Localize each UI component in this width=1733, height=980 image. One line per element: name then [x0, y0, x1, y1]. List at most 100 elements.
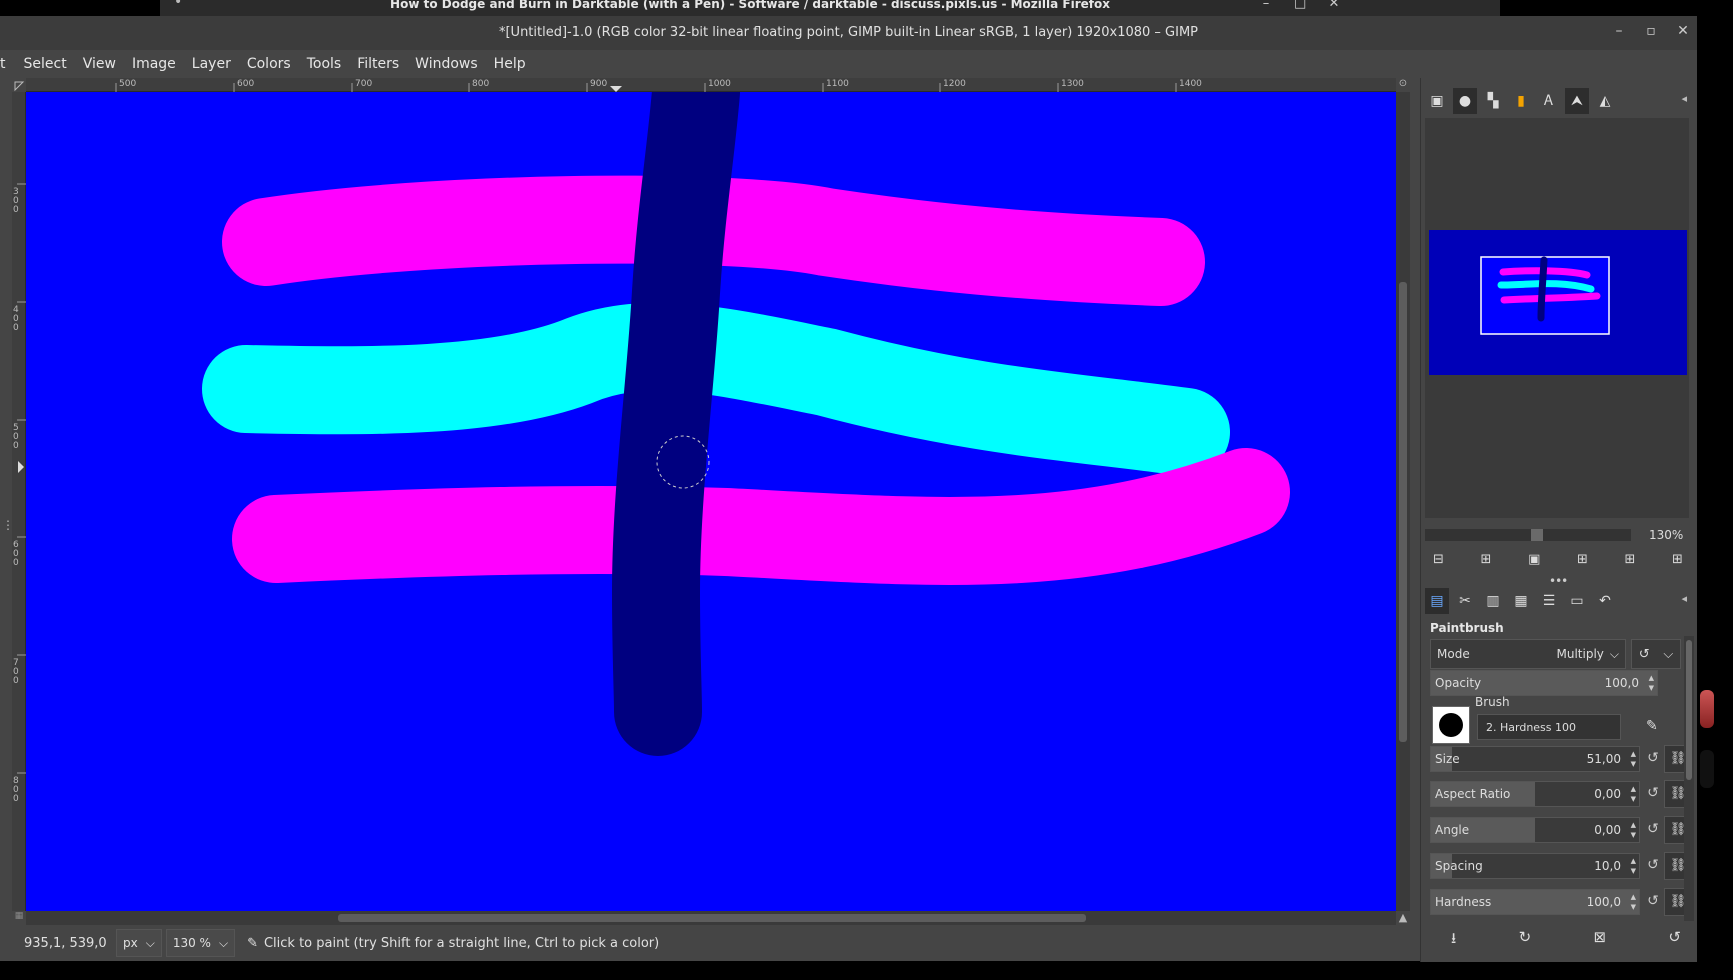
ruler-label-1100: 1100 — [826, 79, 849, 89]
firefox-maximize-button[interactable]: □ — [1294, 0, 1306, 11]
tab-histogram-icon[interactable]: ◭ — [1593, 88, 1617, 114]
navigate-icon[interactable]: ▲ — [1396, 911, 1410, 925]
navigator-zoom-slider[interactable] — [1425, 529, 1631, 541]
tool-options-buttons: ⭳ ↻ ⊠ ↺ — [1451, 928, 1681, 953]
pointer-coordinates: 935,1, 539,0 — [24, 935, 107, 951]
menu-help[interactable]: Help — [486, 56, 534, 72]
gimp-titlebar: *[Untitled]-1.0 (RGB color 32-bit linear… — [0, 16, 1697, 50]
vruler-label-800: 800 — [13, 776, 19, 804]
tab-undo-history-icon[interactable]: ↶ — [1593, 588, 1617, 614]
tab-gradients-icon[interactable]: ▮ — [1509, 88, 1533, 114]
menu-layer[interactable]: Layer — [184, 56, 239, 72]
configure-tab-icon[interactable]: ◂ — [1681, 592, 1687, 605]
reset-size-icon[interactable]: ↺ — [1644, 750, 1662, 766]
reset-angle-icon[interactable]: ↺ — [1644, 821, 1662, 837]
ruler-label-900: 900 — [590, 79, 608, 89]
navigator-zoom-knob[interactable] — [1531, 529, 1543, 541]
save-options-icon[interactable]: ⭳ — [1451, 928, 1456, 953]
unit-select[interactable]: px ⌵ — [116, 929, 162, 957]
maximize-button[interactable]: ▫ — [1643, 23, 1659, 39]
panel-separator-grip-icon[interactable]: ••• — [1549, 574, 1568, 588]
status-message: Click to paint (try Shift for a straight… — [263, 935, 660, 951]
menu-windows[interactable]: Windows — [407, 56, 486, 72]
tab-channels-icon[interactable]: ▥ — [1481, 588, 1505, 614]
vertical-scrollbar[interactable] — [1396, 92, 1410, 911]
navigator-preview[interactable] — [1429, 230, 1687, 375]
chevron-down-icon: ⌵ — [218, 935, 229, 950]
quick-mask-icon[interactable]: ▦ — [12, 911, 26, 925]
zoom-image-icon[interactable]: ⊙ — [1396, 78, 1410, 92]
brush-preview[interactable] — [1432, 706, 1470, 744]
minimize-button[interactable]: – — [1611, 23, 1627, 39]
menu-image[interactable]: Image — [124, 56, 184, 72]
desktop-widget — [1700, 750, 1714, 788]
reset-spacing-icon[interactable]: ↺ — [1644, 857, 1662, 873]
fill-window-icon[interactable]: ⊞ — [1625, 552, 1636, 567]
tool-options-scroll-thumb[interactable] — [1686, 640, 1692, 780]
brush-label: Brush — [1475, 695, 1510, 709]
tab-device-status-icon[interactable]: ✂ — [1453, 588, 1477, 614]
image-canvas[interactable] — [26, 92, 1396, 911]
menu-select[interactable]: Select — [16, 56, 75, 72]
configure-tab-icon[interactable]: ◂ — [1681, 92, 1687, 105]
tab-navigation-icon[interactable]: ⮝ — [1565, 88, 1589, 114]
tool-options-scrollbar[interactable] — [1684, 636, 1694, 921]
zoom-out-icon[interactable]: ⊟ — [1433, 552, 1444, 567]
firefox-minimize-button[interactable]: – — [1260, 0, 1272, 11]
reset-hardness-icon[interactable]: ↺ — [1644, 893, 1662, 909]
quick-mask-corner[interactable] — [12, 78, 26, 92]
ruler-label-500: 500 — [119, 79, 137, 89]
firefox-close-button[interactable]: ✕ — [1328, 0, 1340, 11]
vruler-label-300: 300 — [13, 187, 19, 215]
menu-file-truncated[interactable]: t — [0, 56, 16, 72]
close-button[interactable]: ✕ — [1675, 23, 1691, 39]
tab-images-icon[interactable]: ▣ — [1425, 88, 1449, 114]
reset-aspect-icon[interactable]: ↺ — [1644, 785, 1662, 801]
mode-value: Multiply — [1556, 647, 1604, 661]
vertical-scroll-thumb[interactable] — [1399, 282, 1407, 742]
tab-brushes-icon[interactable]: ● — [1453, 88, 1477, 114]
hardness-slider[interactable]: Hardness 100,0 ▲ ▼ — [1430, 889, 1640, 915]
aspect-ratio-slider[interactable]: Aspect Ratio 0,00 ▲ ▼ — [1430, 781, 1640, 807]
zoom-in-icon[interactable]: ⊞ — [1481, 552, 1492, 567]
shrink-wrap-icon[interactable]: ⊞ — [1672, 552, 1683, 567]
menu-colors[interactable]: Colors — [239, 56, 299, 72]
delete-options-icon[interactable]: ⊠ — [1594, 928, 1607, 953]
blend-space-select[interactable]: ↺ ⌵ — [1631, 639, 1681, 669]
angle-value: 0,00 — [1594, 823, 1621, 837]
edit-brush-icon[interactable]: ✎ — [1646, 718, 1658, 734]
mode-select[interactable]: Mode Multiply ⌵ — [1430, 639, 1626, 669]
desktop-widget — [1700, 690, 1714, 728]
left-dock-strip: ⋮ — [0, 78, 14, 924]
ruler-label-1300: 1300 — [1061, 79, 1084, 89]
navigator-panel[interactable] — [1425, 118, 1689, 518]
spacing-slider[interactable]: Spacing 10,0 ▲ ▼ — [1430, 853, 1640, 879]
opacity-slider[interactable]: Opacity 100,0 ▲ ▼ — [1430, 670, 1658, 696]
menu-view[interactable]: View — [75, 56, 124, 72]
brush-name-field[interactable]: 2. Hardness 100 — [1477, 714, 1621, 740]
tab-tool-options-icon[interactable]: ▤ — [1425, 588, 1449, 614]
ruler-label-1400: 1400 — [1179, 79, 1202, 89]
tab-layers-icon[interactable]: ▦ — [1509, 588, 1533, 614]
spacing-value: 10,0 — [1594, 859, 1621, 873]
firefox-title: How to Dodge and Burn in Darktable (with… — [390, 0, 1110, 11]
menu-tools[interactable]: Tools — [299, 56, 350, 72]
chevron-down-icon: ⌵ — [1609, 646, 1619, 661]
stroke-magenta-bottom — [232, 448, 1290, 585]
horizontal-ruler[interactable]: 500 600 700 800 900 1000 1100 1200 1300 … — [26, 78, 1396, 92]
zoom-1-1-icon[interactable]: ▣ — [1528, 552, 1540, 567]
tab-fonts-icon[interactable]: Ꭺ — [1537, 88, 1561, 114]
menu-filters[interactable]: Filters — [349, 56, 407, 72]
angle-slider[interactable]: Angle 0,00 ▲ ▼ — [1430, 817, 1640, 843]
restore-options-icon[interactable]: ↻ — [1519, 928, 1532, 953]
tab-paths-icon[interactable]: ☰ — [1537, 588, 1561, 614]
fit-image-icon[interactable]: ⊞ — [1577, 552, 1588, 567]
tab-templates-icon[interactable]: ▭ — [1565, 588, 1589, 614]
horizontal-scrollbar[interactable] — [26, 911, 1396, 925]
reset-options-icon[interactable]: ↺ — [1668, 928, 1681, 953]
horizontal-scroll-thumb[interactable] — [338, 914, 1086, 922]
size-slider[interactable]: Size 51,00 ▲ ▼ — [1430, 746, 1640, 772]
tab-patterns-icon[interactable]: ▚ — [1481, 88, 1505, 114]
zoom-select[interactable]: 130 % ⌵ — [165, 929, 236, 957]
vertical-ruler[interactable]: 300 400 500 600 700 800 — [12, 92, 26, 911]
